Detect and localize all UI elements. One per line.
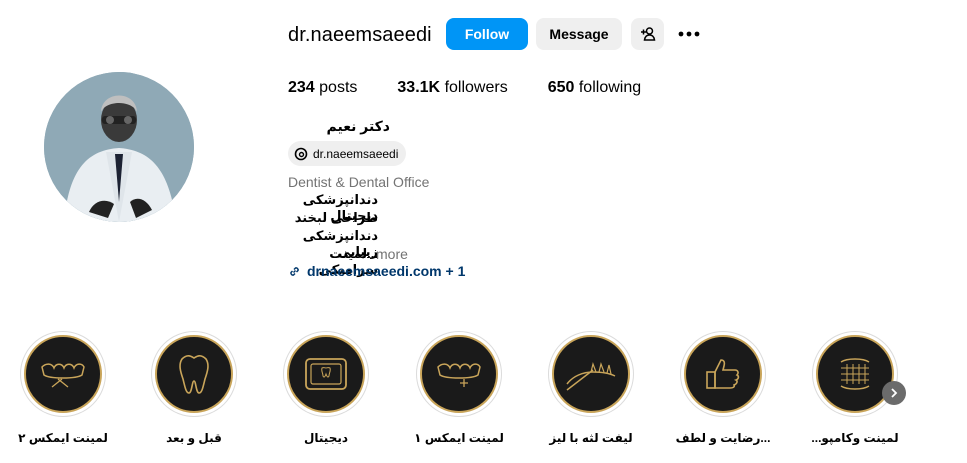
followers-count: 33.1K <box>397 79 441 96</box>
posts-stat: 234 posts <box>288 79 357 97</box>
profile-stats: 234 posts 33.1K followers 650 following <box>288 79 681 97</box>
following-stat[interactable]: 650 following <box>548 79 641 97</box>
highlight-cover <box>24 335 102 413</box>
username: dr.naeemsaeedi <box>288 24 432 46</box>
website-link-text: drnaeemsaeedi.com + 1 <box>307 263 466 279</box>
highlight-label: دیجیتال <box>303 431 349 445</box>
highlight-label: لمینت ایمکس ۱ <box>414 431 504 445</box>
more-options-button[interactable] <box>672 18 706 50</box>
bio-more-link[interactable]: more <box>376 246 408 262</box>
story-highlight[interactable]: دیجیتال <box>281 331 371 451</box>
teeth-set-icon <box>840 358 870 390</box>
highlight-cover <box>816 335 894 413</box>
highlight-ring <box>812 331 898 417</box>
profile-avatar[interactable] <box>44 72 194 222</box>
highlight-cover <box>420 335 498 413</box>
following-count: 650 <box>547 79 575 96</box>
highlight-label: ...رضایت و لطف <box>675 431 771 445</box>
highlight-ring <box>680 331 766 417</box>
website-link[interactable]: drnaeemsaeedi.com + 1 <box>288 263 465 279</box>
highlight-ring <box>151 331 237 417</box>
followers-label: followers <box>444 79 508 96</box>
follow-button[interactable]: Follow <box>446 18 528 50</box>
highlight-cover <box>684 335 762 413</box>
profile-photo <box>44 72 194 222</box>
highlights-next-button[interactable] <box>882 381 906 405</box>
followers-stat[interactable]: 33.1K followers <box>397 79 507 97</box>
threads-badge[interactable]: dr.naeemsaeedi <box>288 141 407 166</box>
tooth-icon <box>179 354 209 394</box>
highlight-ring <box>283 331 369 417</box>
story-highlight[interactable]: لیفت لثه با لیز <box>546 331 636 451</box>
posts-label: posts <box>319 79 358 96</box>
highlight-label: لیفت لثه با لیز <box>549 431 633 445</box>
veneer-teeth-icon <box>437 363 481 387</box>
posts-count: 234 <box>288 79 315 96</box>
highlight-label: قبل و بعد <box>166 431 222 445</box>
highlight-cover <box>287 335 365 413</box>
story-highlight[interactable]: لمینت ایمکس ۲ <box>18 331 108 451</box>
threads-handle: dr.naeemsaeedi <box>313 146 399 161</box>
story-highlight[interactable]: ...رضایت و لطف <box>675 331 771 451</box>
highlight-ring <box>20 331 106 417</box>
add-person-icon <box>640 27 655 41</box>
highlight-ring <box>416 331 502 417</box>
thumbs-up-icon <box>706 359 740 389</box>
story-highlight[interactable]: قبل و بعد <box>149 331 239 451</box>
link-icon <box>290 266 299 276</box>
highlight-ring <box>548 331 634 417</box>
highlight-cover <box>552 335 630 413</box>
more-dots-icon <box>678 31 700 37</box>
profile-category: Dentist & Dental Office <box>288 174 430 190</box>
digital-tablet-icon <box>305 358 347 390</box>
chevron-right-icon <box>891 388 898 398</box>
threads-icon <box>294 147 308 160</box>
highlight-label: لمینت وکامپو... <box>811 431 899 445</box>
bio-line: طراحی لبخند <box>294 210 378 225</box>
gum-laser-icon <box>566 361 616 391</box>
suggested-accounts-button[interactable] <box>631 18 664 50</box>
message-button[interactable]: Message <box>536 18 622 50</box>
highlight-cover <box>155 335 233 413</box>
veneer-teeth-icon <box>41 363 85 388</box>
story-highlight[interactable]: لمینت ایمکس ۱ <box>414 331 504 451</box>
highlight-label: لمینت ایمکس ۲ <box>18 431 108 445</box>
following-label: following <box>578 79 642 96</box>
